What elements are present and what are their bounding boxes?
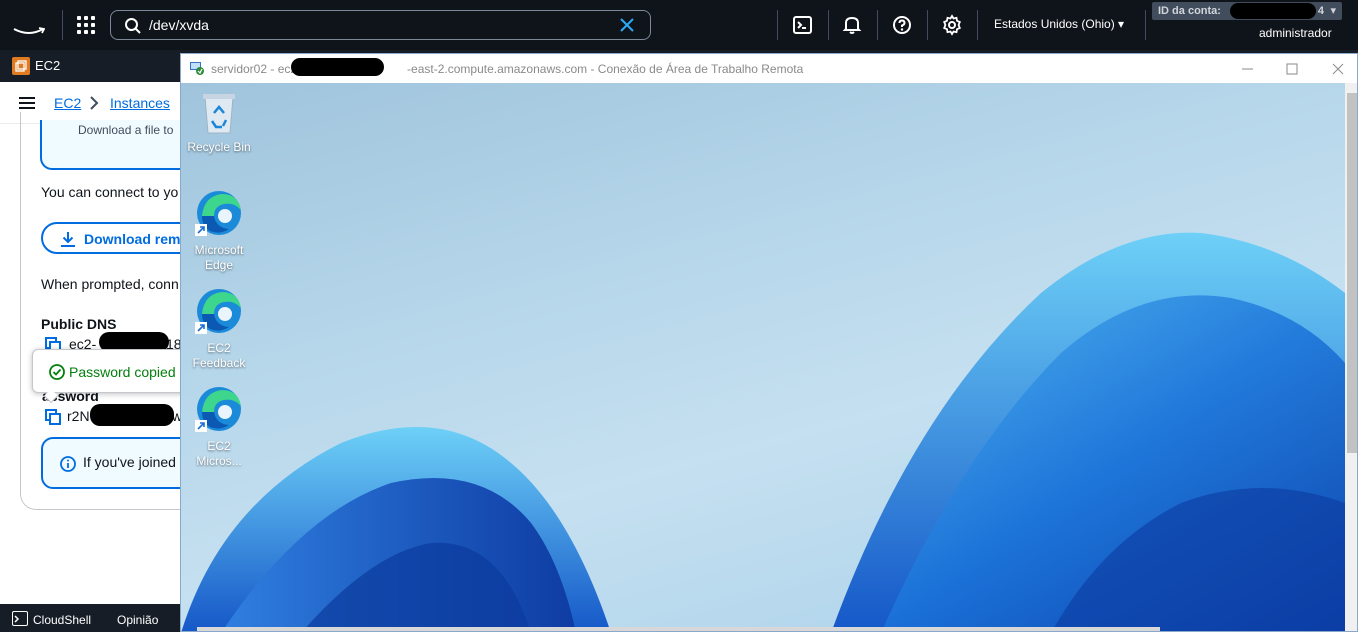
redaction — [1230, 3, 1316, 19]
rdp-title-suffix: -east-2.compute.amazonaws.com - Conexão … — [407, 62, 804, 76]
icon-label: EC2 — [207, 341, 231, 355]
check-circle-icon — [49, 364, 65, 380]
info-alert: If you've joined — [41, 437, 201, 489]
close-icon[interactable] — [1327, 58, 1349, 80]
region-selector[interactable]: Estados Unidos (Ohio) ▾ — [994, 17, 1124, 31]
feedback-link[interactable]: Opinião — [117, 613, 158, 627]
divider — [828, 10, 829, 40]
caret-down-icon: ▾ — [1330, 5, 1336, 17]
account-suffix: 4 — [1317, 5, 1324, 17]
info-icon — [60, 456, 76, 472]
horizontal-scrollbar[interactable] — [197, 627, 1160, 631]
ec2-microsoft-shortcut[interactable]: EC2 Micros... — [181, 384, 257, 469]
help-icon[interactable] — [890, 13, 914, 37]
divider — [877, 10, 878, 40]
cloudshell-icon[interactable] — [791, 13, 815, 37]
scrollbar-thumb[interactable] — [1347, 93, 1357, 453]
icon-label-line2: Micros... — [196, 454, 242, 468]
vertical-scrollbar[interactable] — [1345, 83, 1357, 631]
aws-logo-text: aws — [12, 9, 45, 29]
prompted-text: When prompted, conn — [41, 276, 179, 292]
username[interactable]: administrador — [1259, 26, 1332, 40]
aws-logo[interactable]: aws — [12, 10, 48, 38]
maximize-icon[interactable] — [1281, 58, 1303, 80]
clear-icon[interactable] — [618, 16, 636, 34]
download-rdp-button[interactable]: Download rem — [41, 222, 201, 254]
search-value: /dev/xvda — [149, 17, 209, 33]
minimize-icon[interactable] — [1236, 58, 1258, 80]
account-id[interactable]: ID da conta: 4 ▾ — [1152, 2, 1342, 20]
account-label: ID da conta: — [1158, 5, 1221, 17]
divider — [1145, 10, 1146, 40]
cloudshell-icon[interactable] — [12, 611, 28, 626]
aws-smile-icon — [13, 27, 45, 34]
chevron-right-icon — [90, 96, 99, 110]
microsoft-edge-shortcut[interactable]: Microsoft Edge — [181, 188, 257, 273]
download-label: Download rem — [84, 231, 181, 247]
icon-label: EC2 — [207, 439, 231, 453]
download-icon — [61, 232, 75, 247]
icon-label-line2: Edge — [204, 258, 234, 272]
services-grid-icon[interactable] — [76, 15, 96, 35]
divider — [977, 10, 978, 40]
remote-desktop-window[interactable]: servidor02 - ec2 -east-2.compute.amazonaw… — [180, 53, 1358, 632]
wallpaper-bloom — [181, 232, 1345, 631]
menu-icon[interactable] — [19, 97, 35, 109]
search-input[interactable]: /dev/xvda — [110, 10, 651, 40]
copy-icon[interactable] — [45, 409, 61, 425]
password-copied-toast: Password copied — [32, 349, 192, 393]
recycle-bin-icon — [203, 94, 235, 134]
search-icon — [125, 18, 141, 34]
rdp-title-bar[interactable]: servidor02 - ec2 -east-2.compute.amazonaw… — [181, 54, 1357, 83]
edge-icon — [195, 191, 241, 236]
bell-icon[interactable] — [840, 13, 864, 37]
public-dns-label: Public DNS — [41, 316, 117, 332]
info-alert-text: If you've joined — [83, 454, 176, 470]
password-value: r2N — [67, 408, 90, 424]
icon-label: Microsoft — [194, 243, 244, 257]
icon-label-line2: Feedback — [192, 356, 246, 370]
edge-icon — [195, 387, 241, 432]
service-label[interactable]: EC2 — [35, 58, 60, 73]
info-alert-top: Download a file to — [40, 120, 200, 170]
divider — [777, 10, 778, 40]
toast-text: Password copied — [69, 364, 176, 380]
ec2-icon — [12, 57, 30, 75]
cloudshell-link[interactable]: CloudShell — [33, 613, 91, 627]
edge-icon — [195, 289, 241, 334]
redaction — [291, 58, 384, 76]
windows-desktop[interactable]: Recycle Bin Microsoft Edge EC2 Feedback … — [181, 83, 1345, 631]
ec2-feedback-shortcut[interactable]: EC2 Feedback — [181, 286, 257, 371]
aws-top-nav: aws /dev/xvda Estados Unidos (Ohio) ▾ ID… — [0, 0, 1358, 50]
info-alert-text: Download a file to — [78, 123, 174, 137]
console-footer: CloudShell Opinião — [0, 604, 200, 632]
divider — [62, 10, 63, 40]
connect-text: You can connect to yo — [41, 184, 179, 200]
redaction — [90, 404, 174, 426]
divider — [927, 10, 928, 40]
recycle-bin-shortcut[interactable]: Recycle Bin — [181, 91, 257, 155]
remote-desktop-icon — [190, 62, 204, 75]
rdp-title-prefix: servidor02 - ec2 — [211, 62, 298, 76]
breadcrumb-ec2[interactable]: EC2 — [54, 95, 81, 111]
breadcrumb-instances[interactable]: Instances — [110, 95, 170, 111]
gear-icon[interactable] — [940, 13, 964, 37]
icon-label: Recycle Bin — [187, 140, 251, 154]
